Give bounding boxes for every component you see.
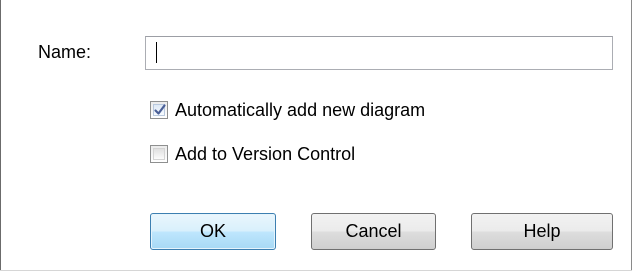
text-caret: [156, 42, 157, 63]
version-control-checkbox[interactable]: [150, 145, 168, 163]
dialog-left-border: [0, 0, 1, 271]
auto-add-diagram-checkbox[interactable]: [150, 101, 168, 119]
version-control-option[interactable]: Add to Version Control: [150, 142, 355, 166]
help-button[interactable]: Help: [471, 213, 613, 250]
cancel-button[interactable]: Cancel: [311, 213, 436, 250]
name-label: Name:: [38, 42, 92, 62]
ok-button[interactable]: OK: [150, 213, 276, 250]
name-input[interactable]: [145, 36, 613, 70]
version-control-label[interactable]: Add to Version Control: [175, 143, 355, 165]
auto-add-diagram-option[interactable]: Automatically add new diagram: [150, 98, 425, 122]
checkmark-icon: [154, 104, 166, 115]
auto-add-diagram-label[interactable]: Automatically add new diagram: [175, 99, 425, 121]
new-diagram-dialog: Name: Automatically add new diagram Add …: [0, 0, 632, 271]
